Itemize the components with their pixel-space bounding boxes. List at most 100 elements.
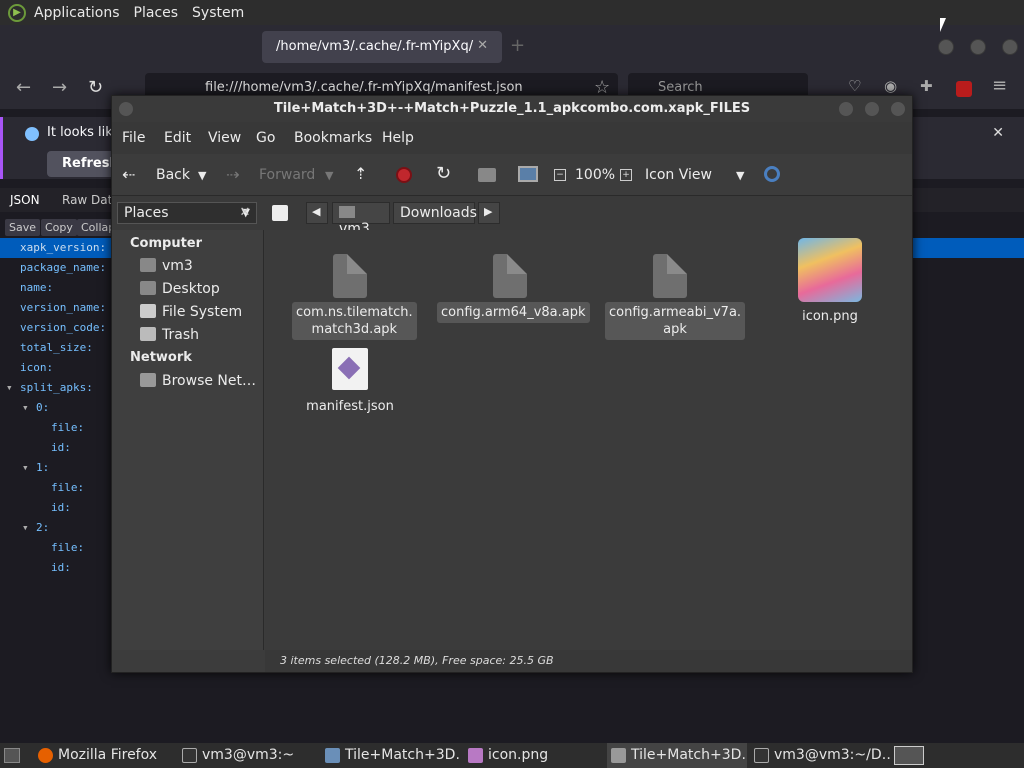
sidebar-item-file-system[interactable]: File System	[140, 304, 242, 320]
minimize-window-button[interactable]	[938, 39, 954, 55]
menu-applications[interactable]: Applications	[34, 5, 120, 21]
breadcrumb-right-arrow-icon[interactable]: ▶	[478, 202, 500, 224]
json-key[interactable]: package_name:	[20, 258, 106, 278]
maximize-window-button[interactable]	[970, 39, 986, 55]
firefox-icon	[38, 748, 53, 763]
json-key[interactable]: id:	[51, 558, 71, 578]
json-key[interactable]: id:	[51, 438, 71, 458]
view-mode-dropdown-icon[interactable]: ▼	[736, 169, 744, 182]
back-arrow-icon[interactable]: ←	[16, 77, 31, 98]
json-key[interactable]: split_apks:	[20, 378, 93, 398]
json-key[interactable]: file:	[51, 538, 84, 558]
task-terminal-2[interactable]: vm3@vm3:~/D…	[750, 743, 890, 768]
zoom-in-icon[interactable]: +	[620, 169, 632, 181]
window-menu-button[interactable]	[118, 101, 134, 117]
file-item[interactable]: manifest.json	[300, 348, 400, 417]
json-key[interactable]: version_code:	[20, 318, 106, 338]
expand-toggle-icon[interactable]: ▾	[6, 378, 13, 398]
minimize-window-button[interactable]	[838, 101, 854, 117]
json-key[interactable]: xapk_version:	[20, 238, 106, 258]
close-sidebar-icon[interactable]: ✕	[234, 202, 256, 224]
places-label: Places	[124, 205, 169, 221]
menu-view[interactable]: View	[208, 130, 241, 146]
menu-help[interactable]: Help	[382, 130, 414, 146]
file-item[interactable]: config.armeabi_v7a. apk	[605, 254, 746, 340]
maximize-window-button[interactable]	[864, 101, 880, 117]
breadcrumb-vm3[interactable]: vm3	[332, 202, 390, 237]
forward-arrow-icon[interactable]: →	[52, 77, 67, 98]
close-tab-icon[interactable]: ✕	[477, 38, 488, 53]
forward-history-dropdown-icon[interactable]: ▼	[325, 169, 333, 182]
menu-system[interactable]: System	[192, 5, 244, 21]
extensions-icon[interactable]: ✚	[920, 77, 933, 95]
json-key[interactable]: icon:	[20, 358, 53, 378]
new-tab-icon[interactable]: +	[510, 35, 525, 56]
menu-go[interactable]: Go	[256, 130, 275, 146]
pocket-icon[interactable]: ♡	[848, 77, 861, 95]
file-item[interactable]: icon.png	[795, 238, 865, 327]
json-key[interactable]: file:	[51, 418, 84, 438]
task-image-viewer[interactable]: icon.png	[464, 743, 604, 768]
search-icon[interactable]	[764, 166, 780, 182]
json-key[interactable]: id:	[51, 498, 71, 518]
show-desktop-icon[interactable]	[4, 748, 20, 763]
json-key[interactable]: file:	[51, 478, 84, 498]
home-folder-icon[interactable]	[478, 168, 496, 182]
json-key[interactable]: total_size:	[20, 338, 93, 358]
json-key[interactable]: version_name:	[20, 298, 106, 318]
firefox-active-tab[interactable]: /home/vm3/.cache/.fr-mYipXq/ ✕	[262, 31, 502, 63]
task-firefox[interactable]: Mozilla Firefox	[34, 743, 174, 768]
breadcrumb-left-arrow-icon[interactable]: ◀	[306, 202, 328, 224]
computer-icon[interactable]	[518, 166, 538, 182]
json-key[interactable]: 2:	[36, 518, 49, 538]
forward-button[interactable]: Forward	[259, 167, 315, 183]
json-key[interactable]: 1:	[36, 458, 49, 478]
back-history-dropdown-icon[interactable]: ▼	[198, 169, 206, 182]
breadcrumb-downloads[interactable]: Downloads	[393, 202, 477, 224]
file-item[interactable]: config.arm64_v8a.apk	[437, 254, 590, 323]
menu-places[interactable]: Places	[134, 5, 179, 21]
reload-icon[interactable]: ↻	[436, 163, 451, 184]
drive-icon	[140, 304, 156, 318]
sidebar-item-trash[interactable]: Trash	[140, 327, 199, 343]
task-file-manager[interactable]: Tile+Match+3D…	[607, 743, 747, 768]
sidebar-item-vm3[interactable]: vm3	[140, 258, 193, 274]
file-item[interactable]: com.ns.tilematch. match3d.apk	[292, 254, 417, 340]
workspace-switcher[interactable]	[894, 746, 924, 765]
ublock-icon[interactable]	[956, 81, 972, 97]
task-terminal[interactable]: vm3@vm3:~	[178, 743, 318, 768]
up-arrow-icon[interactable]: ⇡	[354, 164, 367, 183]
menu-bookmarks[interactable]: Bookmarks	[294, 130, 372, 146]
zoom-out-icon[interactable]: −	[554, 169, 566, 181]
info-icon	[25, 127, 39, 141]
reload-icon[interactable]: ↻	[88, 77, 103, 98]
json-key[interactable]: name:	[20, 278, 53, 298]
applications-logo-icon[interactable]: ▶	[8, 3, 26, 22]
tab-json[interactable]: JSON	[10, 193, 40, 207]
hamburger-menu-icon[interactable]: ≡	[992, 75, 1007, 96]
sidebar-item-browse-network[interactable]: Browse Net…	[140, 373, 256, 389]
back-button[interactable]: Back	[156, 167, 190, 183]
close-notification-icon[interactable]: ✕	[992, 125, 1004, 141]
expand-toggle-icon[interactable]: ▾	[22, 518, 29, 538]
account-icon[interactable]: ◉	[884, 77, 897, 95]
menu-file[interactable]: File	[122, 130, 145, 146]
back-arrow-icon[interactable]: ⇠	[122, 165, 135, 184]
folder-icon	[611, 748, 626, 763]
close-window-button[interactable]	[1002, 39, 1018, 55]
sidebar-item-desktop[interactable]: Desktop	[140, 281, 220, 297]
close-window-button[interactable]	[890, 101, 906, 117]
copy-button[interactable]: Copy	[41, 219, 77, 236]
save-button[interactable]: Save	[5, 219, 41, 236]
menu-edit[interactable]: Edit	[164, 130, 191, 146]
stop-icon[interactable]	[396, 167, 412, 183]
expand-toggle-icon[interactable]: ▾	[22, 458, 29, 478]
window-titlebar[interactable]: Tile+Match+3D+-+Match+Puzzle_1.1_apkcomb…	[112, 96, 912, 122]
task-archive[interactable]: Tile+Match+3D…	[321, 743, 461, 768]
json-key[interactable]: 0:	[36, 398, 49, 418]
forward-arrow-icon[interactable]: ⇢	[226, 165, 239, 184]
view-mode-select[interactable]: Icon View	[645, 167, 712, 183]
terminal-icon	[182, 748, 197, 763]
edit-location-icon[interactable]	[272, 205, 288, 221]
expand-toggle-icon[interactable]: ▾	[22, 398, 29, 418]
